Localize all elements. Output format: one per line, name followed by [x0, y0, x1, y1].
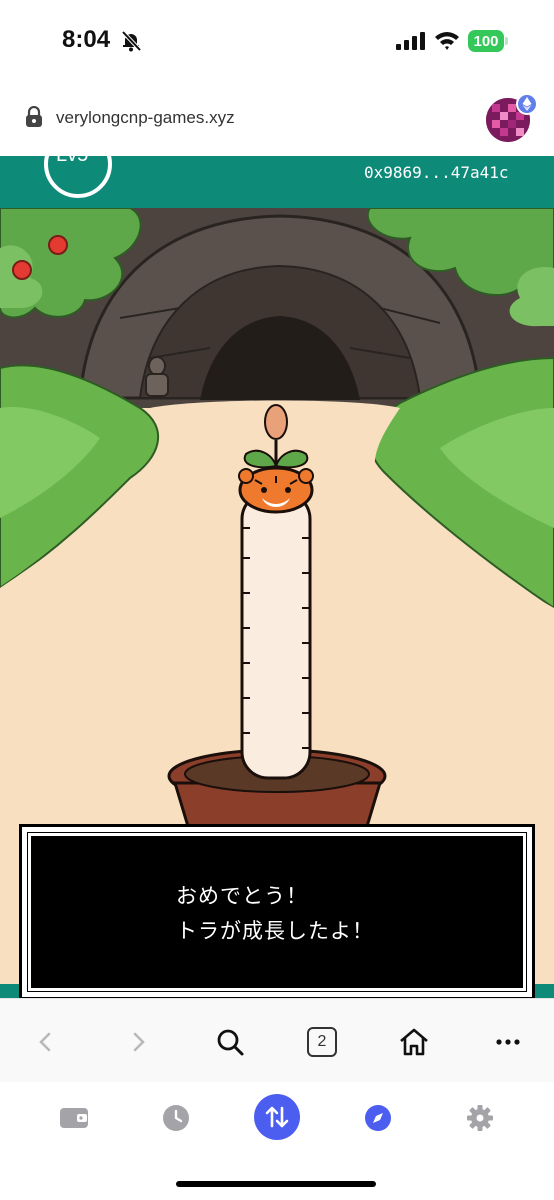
stone-statue	[145, 356, 169, 397]
battery-indicator: 100	[468, 30, 504, 52]
dialog-text-line-1: おめでとう！	[176, 885, 308, 908]
forward-icon	[133, 1032, 145, 1052]
dialog-frame	[28, 833, 526, 991]
signal-icon	[396, 32, 425, 50]
level-label: Lv5	[56, 156, 88, 167]
wallet-icon	[60, 1108, 88, 1128]
settings-icon	[467, 1105, 493, 1131]
dialog-text-line-2: トラが成長したよ！	[176, 920, 374, 943]
search-icon	[217, 1029, 244, 1056]
history-icon	[163, 1105, 189, 1131]
ethereum-icon	[516, 93, 538, 115]
search-button[interactable]	[206, 1018, 254, 1066]
tab-wallet[interactable]	[50, 1094, 98, 1142]
explore-icon	[365, 1105, 391, 1131]
more-button[interactable]	[484, 1018, 532, 1066]
back-button[interactable]	[22, 1018, 70, 1066]
tab-explore[interactable]	[354, 1094, 402, 1142]
tab-count: 2	[317, 1033, 327, 1050]
battery-level: 100	[473, 32, 499, 50]
home-icon	[400, 1028, 428, 1056]
tab-swap[interactable]	[254, 1094, 300, 1140]
tab-settings[interactable]	[456, 1094, 504, 1142]
home-indicator	[176, 1181, 376, 1187]
tabs-button[interactable]: 2	[298, 1018, 346, 1066]
browser-nav-bar	[0, 998, 554, 1083]
battery-cap	[505, 37, 508, 45]
tab-history[interactable]	[152, 1094, 200, 1142]
home-button[interactable]	[390, 1018, 438, 1066]
back-icon	[39, 1032, 51, 1052]
url-text[interactable]: verylongcnp-games.xyz	[56, 108, 235, 128]
status-time: 8:04	[62, 26, 111, 53]
tabs-icon: 2	[307, 1027, 337, 1057]
wallet-address: 0x9869...47a41c	[364, 163, 509, 182]
swap-icon	[265, 1106, 289, 1128]
lock-icon	[26, 106, 42, 127]
wifi-icon	[435, 32, 459, 50]
forward-button[interactable]	[114, 1018, 162, 1066]
bell-slash-icon	[121, 30, 142, 52]
tiger-radish-character	[238, 404, 314, 780]
more-icon	[496, 1039, 520, 1045]
